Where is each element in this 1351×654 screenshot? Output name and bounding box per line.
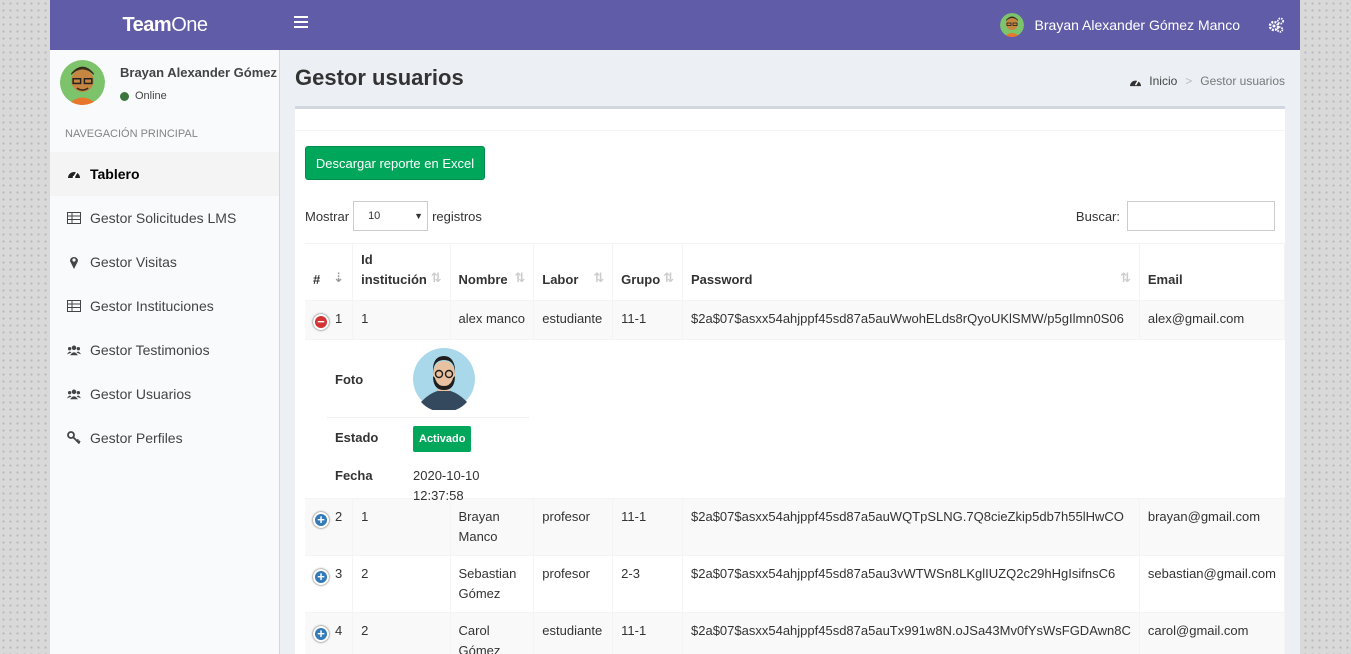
dashboard-icon <box>1129 76 1142 87</box>
column-header-group[interactable]: Grupo ⇅ <box>612 243 684 301</box>
top-user-menu[interactable]: Brayan Alexander Gómez Manco <box>999 13 1240 37</box>
sidebar-item-tablero[interactable]: Tablero <box>50 152 279 196</box>
sidebar: Brayan Alexander Gómez Manco Online NAVE… <box>50 50 280 654</box>
detail-state: Estado Activado <box>327 426 529 456</box>
table-row[interactable]: +4 2 Carol Gómez estudiante 11-1 $2a$07$… <box>305 612 1286 654</box>
breadcrumb-home-link[interactable]: Inicio <box>1149 74 1177 88</box>
expand-row-icon[interactable]: + <box>313 569 329 585</box>
sidebar-item-perfiles[interactable]: Gestor Perfiles <box>50 416 279 460</box>
sidebar-item-instituciones[interactable]: Gestor Instituciones <box>50 284 279 328</box>
page-title: Gestor usuarios <box>295 65 464 90</box>
page-length-select[interactable]: 10 ▼ <box>353 201 429 231</box>
sort-desc-icon: ⇣ <box>333 270 345 285</box>
sort-icon: ⇅ <box>663 270 675 285</box>
sidebar-item-testimonios[interactable]: Gestor Testimonios <box>50 328 279 372</box>
users-icon <box>67 343 81 357</box>
logo[interactable]: TeamOne <box>50 0 280 50</box>
expand-row-icon[interactable]: + <box>313 512 329 528</box>
avatar <box>60 60 105 105</box>
search-input[interactable] <box>1127 201 1275 231</box>
status-badge: Activado <box>413 426 472 452</box>
search-label: Buscar: <box>1075 208 1120 224</box>
collapse-row-icon[interactable]: − <box>313 314 329 330</box>
sidebar-item-solicitudes[interactable]: Gestor Solicitudes LMS <box>50 196 279 240</box>
users-table: # ⇣ Id institución ⇅ Nombre ⇅ Labor ⇅ Grupo ⇅… <box>305 243 1286 654</box>
sidebar-item-usuarios[interactable]: Gestor Usuarios <box>50 372 279 416</box>
column-header-institution[interactable]: Id institución ⇅ <box>352 243 451 301</box>
user-photo <box>413 348 475 416</box>
row-details: Foto Estado Activado Fecha 2020-10-10 12… <box>305 339 1285 503</box>
caret-down-icon: ▼ <box>414 211 424 221</box>
status-dot-icon <box>120 91 129 101</box>
top-user-name: Brayan Alexander Gómez Manco <box>1034 17 1240 33</box>
menu-toggle-icon[interactable] <box>294 16 308 30</box>
users-icon <box>67 387 81 401</box>
table-icon <box>67 299 81 313</box>
breadcrumb-current: Gestor usuarios <box>1200 74 1285 88</box>
dashboard-icon <box>67 167 81 181</box>
gears-icon[interactable] <box>1267 16 1285 34</box>
app-wrapper: TeamOne Brayan Alexander Gómez Manco Bra… <box>50 0 1300 654</box>
sidebar-menu: Tablero Gestor Solicitudes LMS Gestor Vi… <box>50 152 279 460</box>
table-header-row: # ⇣ Id institución ⇅ Nombre ⇅ Labor ⇅ Grupo ⇅… <box>305 243 1286 301</box>
top-navbar: TeamOne Brayan Alexander Gómez Manco <box>50 0 1300 50</box>
column-header-email[interactable]: Email <box>1139 243 1286 301</box>
sort-icon: ⇅ <box>1119 270 1131 285</box>
user-panel: Brayan Alexander Gómez Manco Online <box>50 50 280 112</box>
detail-photo: Foto <box>327 348 529 418</box>
column-header-password[interactable]: Password ⇅ <box>682 243 1140 301</box>
table-icon <box>67 211 81 225</box>
sort-icon: ⇅ <box>593 270 605 285</box>
table-row[interactable]: +2 1 Brayan Manco profesor 11-1 $2a$07$a… <box>305 498 1286 556</box>
users-box: Descargar reporte en Excel Mostrar 10 ▼ r… <box>295 106 1286 654</box>
map-marker-icon <box>67 255 81 269</box>
column-header-name[interactable]: Nombre ⇅ <box>450 243 535 301</box>
sidebar-user-name: Brayan Alexander Gómez Manco <box>120 65 280 80</box>
key-icon <box>67 431 81 445</box>
column-header-labor[interactable]: Labor ⇅ <box>533 243 614 301</box>
nav-header: NAVEGACIÓN PRINCIPAL <box>65 128 198 140</box>
avatar <box>999 13 1024 37</box>
online-status[interactable]: Online <box>120 90 167 102</box>
page-length-control: Mostrar 10 ▼ registros <box>305 201 482 231</box>
table-row[interactable]: −1 1 alex manco estudiante 11-1 $2a$07$a… <box>305 300 1286 340</box>
main-content: Gestor usuarios Inicio > Gestor usuarios… <box>280 50 1300 654</box>
download-excel-button[interactable]: Descargar reporte en Excel <box>305 146 485 180</box>
sort-icon: ⇅ <box>430 270 442 285</box>
expand-row-icon[interactable]: + <box>313 626 329 642</box>
table-row[interactable]: +3 2 Sebastian Gómez profesor 2-3 $2a$07… <box>305 555 1286 613</box>
search-control: Buscar: <box>1076 201 1275 231</box>
column-header-num[interactable]: # ⇣ <box>305 243 354 301</box>
breadcrumb: Inicio > Gestor usuarios <box>1129 74 1285 88</box>
sort-icon: ⇅ <box>514 270 526 285</box>
sidebar-item-visitas[interactable]: Gestor Visitas <box>50 240 279 284</box>
detail-date: Fecha 2020-10-10 12:37:58 <box>335 468 480 503</box>
